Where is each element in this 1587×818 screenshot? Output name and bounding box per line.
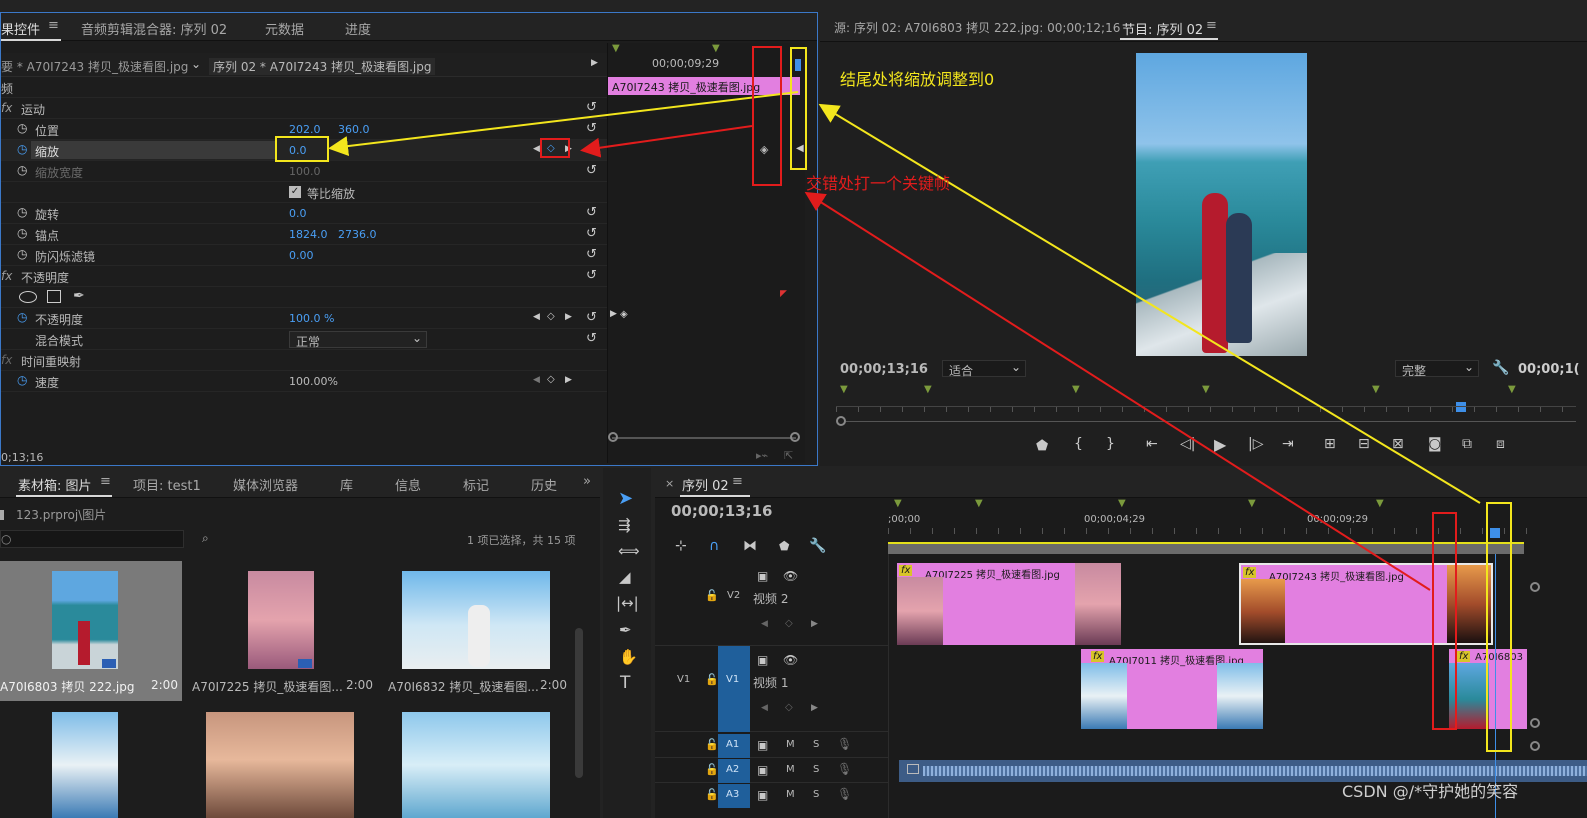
annotation-yellow-box: [790, 47, 807, 170]
annotation-red-box: [540, 138, 570, 158]
annotation-yellow-box: [275, 136, 329, 162]
watermark: CSDN @/*守护她的笑容: [1342, 782, 1519, 801]
yellow-arrow: [818, 103, 1481, 504]
annotation-red-box: [1432, 512, 1457, 730]
annotation-yellow-text: 结尾处将缩放调整到0: [840, 70, 995, 89]
annotation-yellow-box: [1486, 502, 1512, 752]
red-arrow: [580, 125, 753, 158]
annotation-red-box: [752, 46, 782, 186]
red-arrow: [804, 191, 1431, 591]
annotation-red-text: 交错处打一个关键帧: [806, 174, 951, 193]
